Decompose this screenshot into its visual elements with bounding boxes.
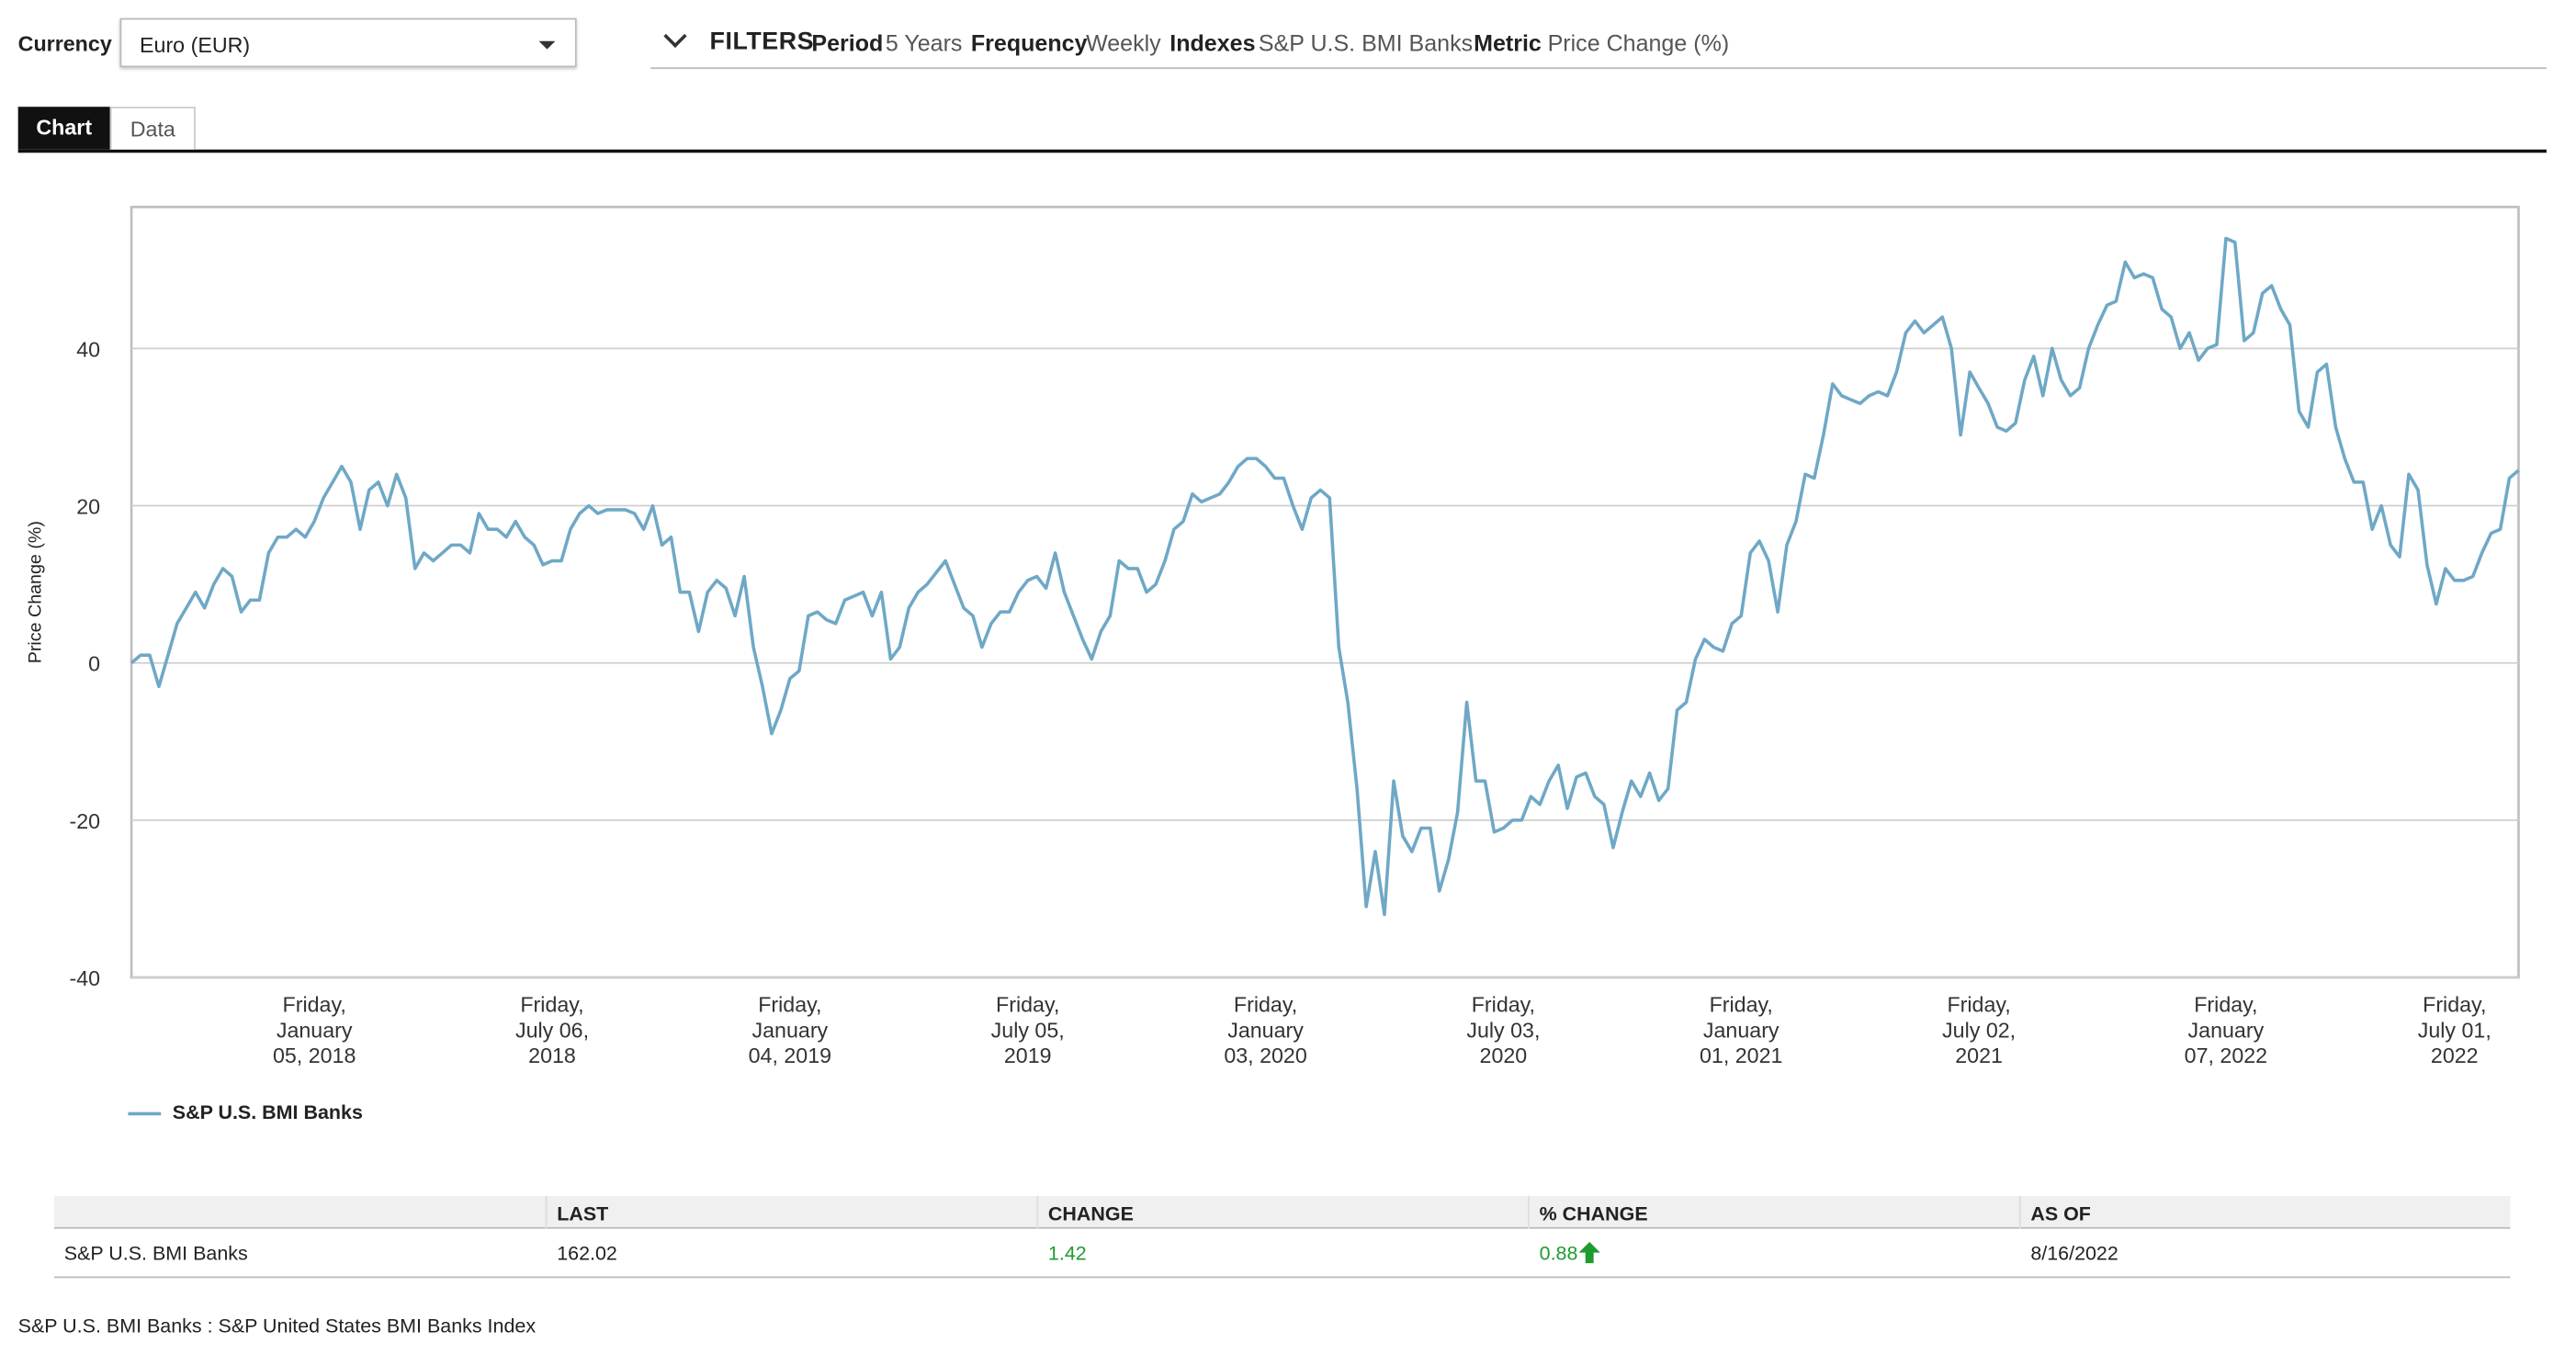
x-tick-label: Friday, July 01, 2022 xyxy=(2418,993,2491,1067)
y-tick-label: 0 xyxy=(88,652,100,676)
filters-bar[interactable]: FILTERS Period 5 Years Frequency Weekly … xyxy=(650,19,2547,70)
filter-indexes-value: S&P U.S. BMI Banks xyxy=(1258,29,1474,56)
row-last-value: 162.02 xyxy=(557,1241,617,1265)
filter-frequency-value: Weekly xyxy=(1086,29,1161,56)
row-pct-change-value: 0.88 xyxy=(1539,1241,1578,1265)
currency-selected-value: Euro (EUR) xyxy=(140,32,251,58)
header-change: CHANGE xyxy=(1047,1202,1134,1226)
x-tick-label: Friday, January 03, 2020 xyxy=(1224,993,1307,1067)
row-change-value: 1.42 xyxy=(1047,1241,1087,1265)
x-tick-label: Friday, July 02, 2021 xyxy=(1942,993,2016,1067)
y-tick-label: -20 xyxy=(69,809,100,833)
chevron-down-icon[interactable] xyxy=(663,24,687,48)
x-tick-label: Friday, January 01, 2021 xyxy=(1700,993,1782,1067)
filter-period-key: Period xyxy=(811,29,884,56)
x-tick-label: Friday, July 05, 2019 xyxy=(991,993,1065,1067)
filters-title[interactable]: FILTERS xyxy=(710,28,815,55)
table-row: S&P U.S. BMI Banks 162.02 1.42 0.88 8/16… xyxy=(54,1229,2511,1279)
y-tick-label: 40 xyxy=(76,337,100,361)
x-tick-label: Friday, January 04, 2019 xyxy=(749,993,831,1067)
y-tick-label: 20 xyxy=(76,494,100,518)
header-divider xyxy=(1528,1195,1530,1229)
line-chart: -40 -20 0 20 40 Price Change (%) Friday, Januar… xyxy=(26,205,2520,1067)
header-divider xyxy=(2018,1195,2021,1229)
summary-header-row: LAST CHANGE % CHANGE AS OF xyxy=(54,1195,2511,1229)
y-tick-label: -40 xyxy=(69,966,100,990)
currency-dropdown[interactable]: Euro (EUR) xyxy=(119,17,577,68)
caret-down-icon xyxy=(538,40,556,50)
filter-frequency-key: Frequency xyxy=(970,29,1088,56)
y-axis-title: Price Change (%) xyxy=(26,521,46,663)
header-divider xyxy=(545,1195,548,1229)
tab-chart[interactable]: Chart xyxy=(17,107,110,150)
up-arrow-icon xyxy=(1579,1241,1601,1264)
currency-label: Currency xyxy=(17,30,112,56)
filter-period-value: 5 Years xyxy=(885,29,963,56)
x-tick-label: Friday, January 07, 2022 xyxy=(2185,993,2267,1067)
filter-metric-key: Metric xyxy=(1474,29,1542,56)
header-last: LAST xyxy=(557,1202,609,1226)
plot-frame xyxy=(130,205,2520,979)
filter-metric-value: Price Change (%) xyxy=(1547,29,1730,56)
filter-indexes-key: Indexes xyxy=(1169,29,1256,56)
top-controls: Currency Euro (EUR) FILTERS Period 5 Yea… xyxy=(0,0,2576,82)
view-tabs: Chart Data xyxy=(17,107,2547,153)
legend-swatch xyxy=(128,1111,162,1116)
footnote: S&P U.S. BMI Banks : S&P United States B… xyxy=(17,1314,537,1337)
x-tick-label: Friday, January 05, 2018 xyxy=(273,993,356,1067)
header-pct-change: % CHANGE xyxy=(1539,1202,1648,1226)
series-line xyxy=(130,236,2520,917)
row-pct-change: 0.88 xyxy=(1539,1241,1601,1265)
row-index-name: S&P U.S. BMI Banks xyxy=(63,1241,248,1265)
x-tick-label: Friday, July 06, 2018 xyxy=(515,993,589,1067)
row-as-of-value: 8/16/2022 xyxy=(2030,1241,2118,1265)
header-as-of: AS OF xyxy=(2030,1202,2091,1226)
legend-series-label: S&P U.S. BMI Banks xyxy=(172,1100,363,1124)
tab-data[interactable]: Data xyxy=(109,107,196,150)
x-tick-label: Friday, July 03, 2020 xyxy=(1466,993,1540,1067)
header-divider xyxy=(1036,1195,1039,1229)
